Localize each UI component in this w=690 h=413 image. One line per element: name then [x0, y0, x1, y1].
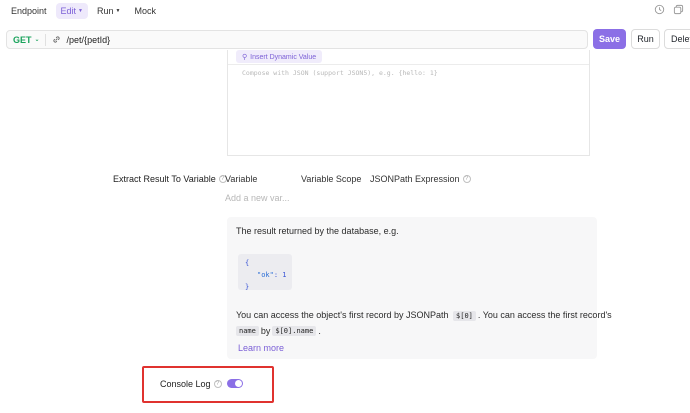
insert-dynamic-value-button[interactable]: ⚲ Insert Dynamic Value [236, 50, 323, 63]
code-chip: name [236, 326, 259, 336]
request-bar: GET⌄ /pet/{petId} Save Run Delete [0, 28, 690, 50]
extract-result-label: Extract Result To Variable? [113, 174, 227, 184]
example-code: { "ok": 1 } [238, 254, 292, 291]
divider [44, 33, 46, 46]
code-chip: $[0] [453, 311, 476, 321]
link-icon [52, 36, 60, 43]
save-button[interactable]: Save [593, 29, 626, 49]
help-line-3: name by $[0].name . [236, 326, 321, 336]
help-icon[interactable]: ? [213, 380, 222, 388]
caret-down-icon: ▼ [78, 8, 83, 14]
method-select[interactable]: GET ⌄ [13, 35, 40, 45]
console-log-label: Console Log? [160, 379, 222, 389]
url-path[interactable]: /pet/{petId} [67, 35, 111, 45]
copy-icon[interactable] [673, 4, 684, 15]
json-editor[interactable]: ⚲ Insert Dynamic Value Compose with JSON … [227, 50, 590, 156]
console-log-toggle[interactable] [227, 379, 243, 388]
column-jsonpath: JSONPath Expression? [370, 174, 471, 184]
column-variable-scope: Variable Scope [301, 174, 362, 184]
url-input-box[interactable]: GET ⌄ /pet/{petId} [6, 30, 588, 49]
code-chip: $[0].name [272, 326, 317, 336]
divider [228, 64, 589, 65]
header-actions [654, 4, 684, 15]
help-line-2: You can access the object's first record… [236, 310, 612, 321]
magic-wand-icon: ⚲ [242, 54, 248, 61]
toggle-knob [235, 380, 242, 387]
tab-endpoint[interactable]: Endpoint [6, 3, 52, 19]
caret-down-icon: ▼ [115, 8, 121, 14]
top-tab-bar: Endpoint Edit ▼ Run ▼ Mock [0, 0, 690, 22]
column-variable: Variable [225, 174, 258, 184]
editor-placeholder: Compose with JSON (support JSON5), e.g. … [242, 69, 438, 77]
run-button[interactable]: Run [631, 29, 660, 49]
jsonpath-help-panel: The result returned by the database, e.g… [227, 217, 612, 359]
delete-button[interactable]: Delete [664, 29, 690, 49]
code-key: "ok" [257, 271, 274, 279]
help-icon[interactable]: ? [462, 175, 471, 183]
tab-run[interactable]: Run ▼ [92, 3, 125, 19]
history-icon[interactable] [654, 4, 665, 15]
help-intro: The result returned by the database, e.g… [236, 226, 399, 236]
learn-more-link[interactable]: Learn more [238, 343, 284, 353]
code-value: 1 [282, 271, 287, 279]
tab-mock[interactable]: Mock [129, 3, 161, 19]
chevron-down-icon: ⌄ [34, 37, 40, 43]
add-variable-input[interactable]: Add a new var... [225, 193, 290, 203]
tab-edit[interactable]: Edit ▼ [55, 3, 88, 19]
